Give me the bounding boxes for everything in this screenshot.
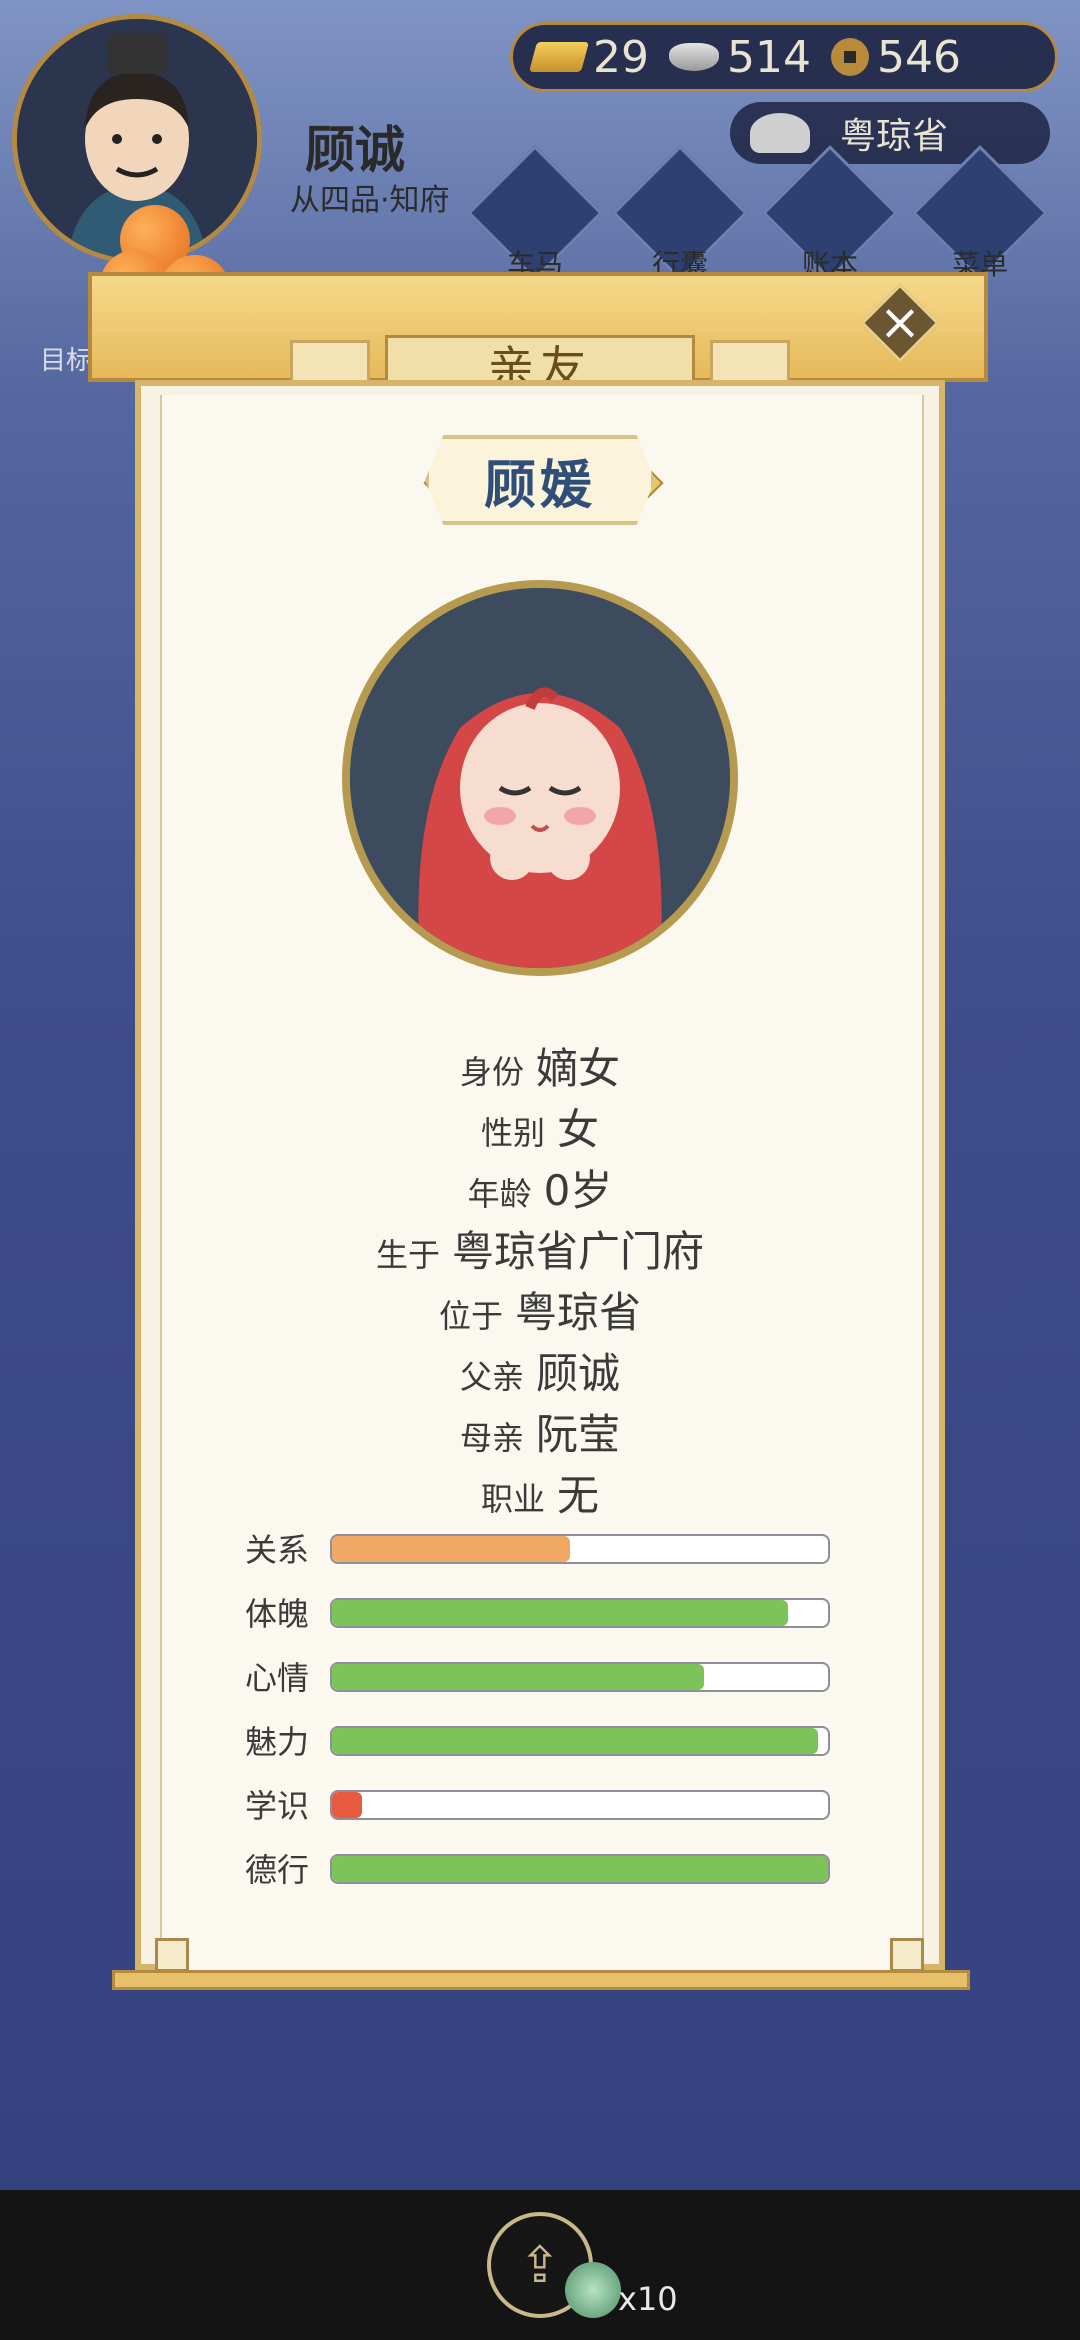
- nav-menu[interactable]: 菜单: [912, 145, 1048, 285]
- info-key: 年龄: [467, 1175, 532, 1213]
- stat-fill: [332, 1792, 362, 1818]
- share-icon: ⇪: [519, 2236, 561, 2294]
- player-name: 顾诚: [305, 121, 405, 179]
- info-value: 0岁: [543, 1166, 613, 1215]
- stat-physique: 体魄: [245, 1596, 835, 1632]
- baby-portrait: [342, 580, 738, 976]
- map-icon: [750, 113, 810, 153]
- info-value: 阮莹: [536, 1410, 621, 1459]
- info-key: 生于: [375, 1236, 440, 1274]
- gold-bar-icon: [528, 42, 590, 72]
- stat-bar: [330, 1726, 830, 1756]
- corner-ornament-left: [155, 1938, 189, 1972]
- info-value: 无: [557, 1471, 600, 1520]
- stat-bar: [330, 1790, 830, 1820]
- stat-label: 学识: [245, 1787, 310, 1825]
- stat-bar: [330, 1598, 830, 1628]
- stat-fill: [332, 1536, 571, 1562]
- info-value: 粤琼省: [515, 1288, 642, 1337]
- gold-counter: 29: [528, 31, 649, 83]
- dialog-footer-scroll: [112, 1970, 970, 1990]
- info-birthplace: 生于 粤琼省广门府: [0, 1218, 1080, 1279]
- coin-value: 546: [876, 31, 961, 83]
- stat-label: 体魄: [245, 1595, 310, 1633]
- stat-label: 魅力: [245, 1723, 310, 1761]
- goal-label[interactable]: 目标: [40, 340, 92, 377]
- stat-fill: [332, 1728, 819, 1754]
- jade-reward-icon: [565, 2262, 621, 2318]
- share-reward-count: x10: [618, 2280, 678, 2318]
- stat-bar: [330, 1534, 830, 1564]
- info-mother: 母亲 阮莹: [0, 1401, 1080, 1462]
- info-key: 职业: [480, 1480, 545, 1518]
- info-value: 嫡女: [536, 1044, 621, 1093]
- stat-virtue: 德行: [245, 1852, 835, 1888]
- info-value: 粤琼省广门府: [452, 1227, 705, 1276]
- stat-charm: 魅力: [245, 1724, 835, 1760]
- silver-value: 514: [727, 31, 811, 83]
- top-nav: 车马 行囊 账本 菜单: [467, 145, 1070, 285]
- info-age: 年龄 0岁: [0, 1157, 1080, 1218]
- nav-carriage[interactable]: 车马: [467, 145, 603, 285]
- stat-fill: [332, 1856, 828, 1882]
- info-key: 位于: [438, 1297, 503, 1335]
- nav-bag[interactable]: 行囊: [612, 145, 748, 285]
- stat-label: 关系: [245, 1531, 310, 1569]
- silver-ingot-icon: [669, 43, 719, 71]
- stat-fill: [332, 1664, 704, 1690]
- info-value: 顾诚: [536, 1349, 621, 1398]
- info-occupation: 职业无: [0, 1462, 1080, 1523]
- close-icon[interactable]: ×: [878, 292, 922, 352]
- corner-ornament-right: [890, 1938, 924, 1972]
- copper-coin-icon: [830, 38, 869, 76]
- gold-value: 29: [593, 31, 649, 83]
- baby-portrait-icon: [350, 588, 730, 968]
- person-name-plate: 顾媛: [425, 435, 655, 525]
- info-value: 女: [557, 1105, 600, 1154]
- coin-counter: 546: [830, 31, 961, 83]
- province-label: 粤琼省: [840, 116, 949, 157]
- stat-knowledge: 学识: [245, 1788, 835, 1824]
- info-key: 母亲: [459, 1419, 524, 1457]
- info-key: 身份: [459, 1053, 524, 1091]
- stat-relationship: 关系: [245, 1532, 835, 1568]
- silver-counter: 514: [669, 32, 811, 83]
- province-button[interactable]: 粤琼省: [730, 102, 1050, 164]
- person-name: 顾媛: [483, 455, 596, 516]
- stat-mood: 心情: [245, 1660, 835, 1696]
- currency-bar: 29 514 546: [510, 22, 1058, 92]
- stat-fill: [332, 1600, 789, 1626]
- nav-ledger[interactable]: 账本: [762, 145, 898, 285]
- info-gender: 性别女: [0, 1096, 1080, 1157]
- info-identity: 身份 嫡女: [0, 1035, 1080, 1096]
- info-location: 位于 粤琼省: [0, 1279, 1080, 1340]
- info-key: 父亲: [459, 1358, 524, 1396]
- stat-label: 德行: [245, 1851, 310, 1889]
- stat-label: 心情: [245, 1659, 310, 1697]
- stat-bar: [330, 1854, 830, 1884]
- player-rank: 从四品·知府: [290, 183, 450, 218]
- stat-bar: [330, 1662, 830, 1692]
- info-key: 性别: [480, 1114, 545, 1152]
- info-father: 父亲 顾诚: [0, 1340, 1080, 1401]
